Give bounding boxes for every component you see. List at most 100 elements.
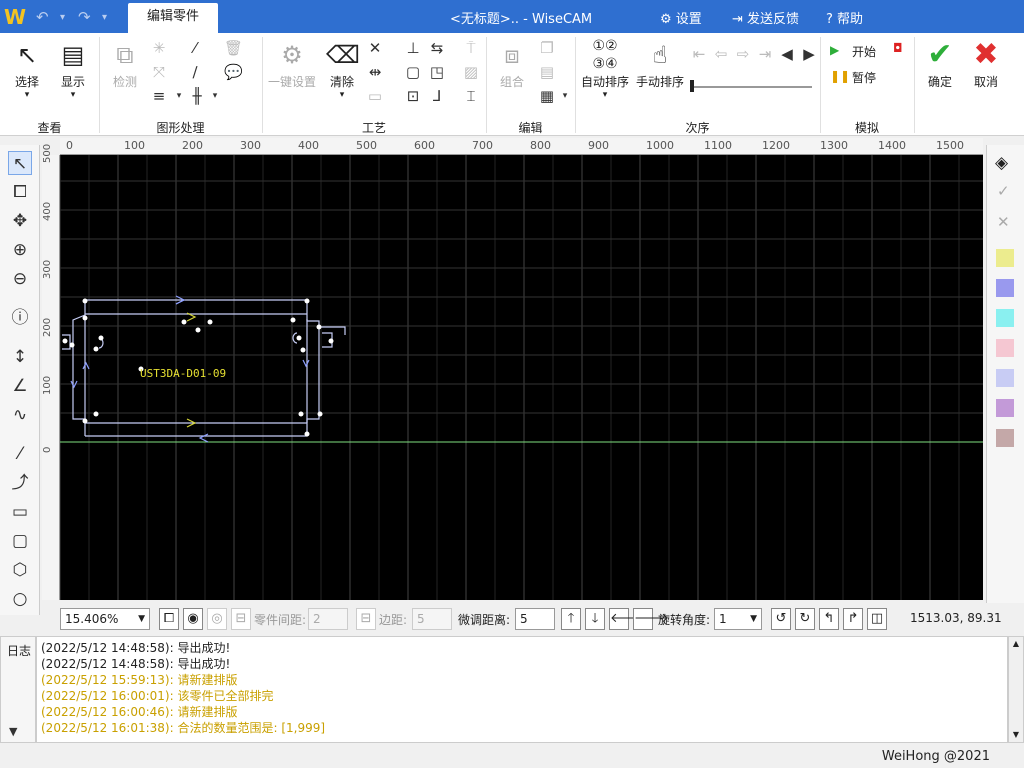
combine-button[interactable]: ⧈ 组合 — [494, 37, 530, 90]
mirror-icon[interactable]: ◫ — [867, 608, 887, 630]
clear-button[interactable]: ⌫ 清除 ▾ — [326, 37, 360, 100]
align-icon[interactable]: ≡ — [150, 87, 168, 105]
display-button[interactable]: ▤ 显示 ▾ — [54, 37, 92, 100]
compensate-icon[interactable]: ⊡ — [404, 87, 422, 105]
rotate-ccw-icon[interactable]: ↺ — [771, 608, 791, 630]
layer-color-swatch[interactable] — [996, 369, 1014, 387]
x-icon[interactable]: ✕ — [997, 213, 1010, 231]
layer-color-swatch[interactable] — [996, 339, 1014, 357]
first-icon[interactable]: ⇤ — [690, 45, 708, 63]
hook-icon[interactable]: ⅃ — [428, 87, 446, 105]
order-slider[interactable] — [690, 86, 812, 88]
arrow-down-icon[interactable]: 🡓 — [585, 608, 605, 630]
bridge-icon[interactable]: ⊥ — [404, 39, 422, 57]
tab-edit-part[interactable]: 编辑零件 — [128, 3, 218, 33]
grid-dropdown-icon[interactable]: ▾ — [556, 87, 574, 105]
start-button[interactable]: 开始 — [852, 43, 876, 60]
confirm-button[interactable]: ✔ 确定 — [920, 37, 960, 90]
log-panel-tab[interactable]: 日志 ▼ — [0, 636, 36, 743]
pin-icon[interactable]: ⍑ — [462, 39, 480, 57]
draw-circle-icon[interactable]: ○ — [8, 587, 32, 611]
layer-color-swatch[interactable] — [996, 279, 1014, 297]
layer-color-swatch[interactable] — [996, 309, 1014, 327]
angle-icon[interactable]: ∠ — [8, 374, 32, 398]
margin-input[interactable]: 5 — [412, 608, 452, 630]
measure-icon[interactable]: ↕ — [8, 345, 32, 369]
step-forward-icon[interactable]: ▶ — [800, 45, 818, 63]
pause-icon[interactable]: ❚❚ — [830, 69, 850, 83]
last-icon[interactable]: ⇥ — [756, 45, 774, 63]
bridge-cut-icon[interactable]: ⌶ — [462, 87, 480, 105]
rect-option-icon[interactable]: ▭ — [366, 87, 384, 105]
part-gap-input[interactable]: 2 — [308, 608, 348, 630]
pointer-tool-icon[interactable]: ↖ — [8, 151, 32, 175]
draw-line-icon[interactable]: ⁄ — [8, 442, 32, 466]
distribute-dropdown-icon[interactable]: ▾ — [206, 87, 224, 105]
corner-icon[interactable]: ◳ — [428, 63, 446, 81]
arrow-right-icon[interactable]: 🡒 — [633, 608, 669, 630]
cancel-button[interactable]: ✖ 取消 — [966, 37, 1006, 90]
distribute-icon[interactable]: ╫ — [188, 87, 206, 105]
one-click-settings-button[interactable]: ⚙ 一键设置 — [266, 37, 318, 90]
undo-dropdown-icon[interactable]: ▾ — [60, 12, 65, 23]
nudge-input[interactable]: 5 — [515, 608, 555, 630]
manual-order-button[interactable]: ☝ 手动排序 — [634, 37, 686, 90]
auto-order-button[interactable]: ①② ③④ 自动排序 ▾ — [578, 37, 632, 100]
order-slider-thumb[interactable] — [690, 80, 694, 92]
curve-measure-icon[interactable]: ∿ — [8, 403, 32, 427]
scroll-down-icon[interactable]: ▼ — [1009, 728, 1023, 742]
rotate-90-right-icon[interactable]: ↱ — [843, 608, 863, 630]
check-icon[interactable]: ✓ — [997, 182, 1010, 200]
rotate-select[interactable]: 1 ▼ — [714, 608, 762, 630]
draw-rectangle-icon[interactable]: ▭ — [8, 500, 32, 524]
square-icon[interactable]: ▢ — [404, 63, 422, 81]
line-icon[interactable]: ⁄ — [186, 39, 204, 57]
drawing-canvas[interactable]: UST3DA-D01-09 — [59, 155, 983, 600]
array-icon[interactable]: ▤ — [538, 63, 556, 81]
select-button[interactable]: ↖ 选择 ▾ — [8, 37, 46, 100]
grid-icon[interactable]: ▦ — [538, 87, 556, 105]
layer-color-swatch[interactable] — [996, 249, 1014, 267]
cooling-icon[interactable]: ⇆ — [428, 39, 446, 57]
lead-in-icon[interactable]: ✕ — [366, 39, 384, 57]
rotate-cw-icon[interactable]: ↻ — [795, 608, 815, 630]
layer-color-swatch[interactable] — [996, 429, 1014, 447]
detect-button[interactable]: ⧉ 检测 — [106, 37, 144, 90]
layers-icon[interactable]: ◈ — [995, 153, 1008, 173]
scroll-up-icon[interactable]: ▲ — [1009, 637, 1023, 651]
comment-icon[interactable]: 💬 — [224, 63, 243, 81]
part-gap-icon[interactable]: ⊟ — [231, 608, 251, 630]
microjoint-icon[interactable]: ⇹ — [366, 63, 384, 81]
help-button[interactable]: ? 帮助 — [826, 8, 863, 27]
stop-icon[interactable]: ◘ — [893, 41, 903, 55]
pin-icon[interactable]: ▼ — [9, 725, 17, 738]
margin-icon[interactable]: ⊟ — [356, 608, 376, 630]
delete-icon[interactable]: 🗑 — [224, 39, 243, 57]
undo-icon[interactable]: ↶ — [36, 8, 49, 26]
zoom-window-icon[interactable]: ⊕ — [8, 238, 32, 262]
pause-button[interactable]: 暂停 — [852, 69, 876, 86]
play-icon[interactable]: ▶ — [830, 43, 839, 57]
feedback-button[interactable]: ⇥ 发送反馈 — [732, 8, 799, 27]
step-back-icon[interactable]: ◀ — [778, 45, 796, 63]
copy-icon[interactable]: ❐ — [538, 39, 556, 57]
arrow-up-icon[interactable]: 🡑 — [561, 608, 581, 630]
slash-icon[interactable]: ∕ — [186, 63, 204, 81]
settings-button[interactable]: ⚙ 设置 — [660, 8, 702, 27]
layer-color-swatch[interactable] — [996, 399, 1014, 417]
snap-icon[interactable]: ◎ — [207, 608, 227, 630]
pan-icon[interactable]: ✥ — [8, 209, 32, 233]
prev-icon[interactable]: ⇦ — [712, 45, 730, 63]
redo-dropdown-icon[interactable]: ▾ — [102, 12, 107, 23]
hatch-icon[interactable]: ▨ — [462, 63, 480, 81]
draw-polyline-icon[interactable]: ⤴ — [8, 471, 32, 495]
arrow-left-icon[interactable]: 🡐 — [609, 608, 645, 630]
rotate-90-left-icon[interactable]: ↰ — [819, 608, 839, 630]
target-icon[interactable]: ◉ — [183, 608, 203, 630]
expand-icon[interactable]: ⤧ — [150, 63, 168, 81]
fit-view-icon[interactable]: ⧠ — [159, 608, 179, 630]
explode-icon[interactable]: ✳ — [150, 39, 168, 57]
zoom-out-icon[interactable]: ⊖ — [8, 267, 32, 291]
zoom-select[interactable]: 15.406% ▼ — [60, 608, 150, 630]
align-dropdown-icon[interactable]: ▾ — [170, 87, 188, 105]
